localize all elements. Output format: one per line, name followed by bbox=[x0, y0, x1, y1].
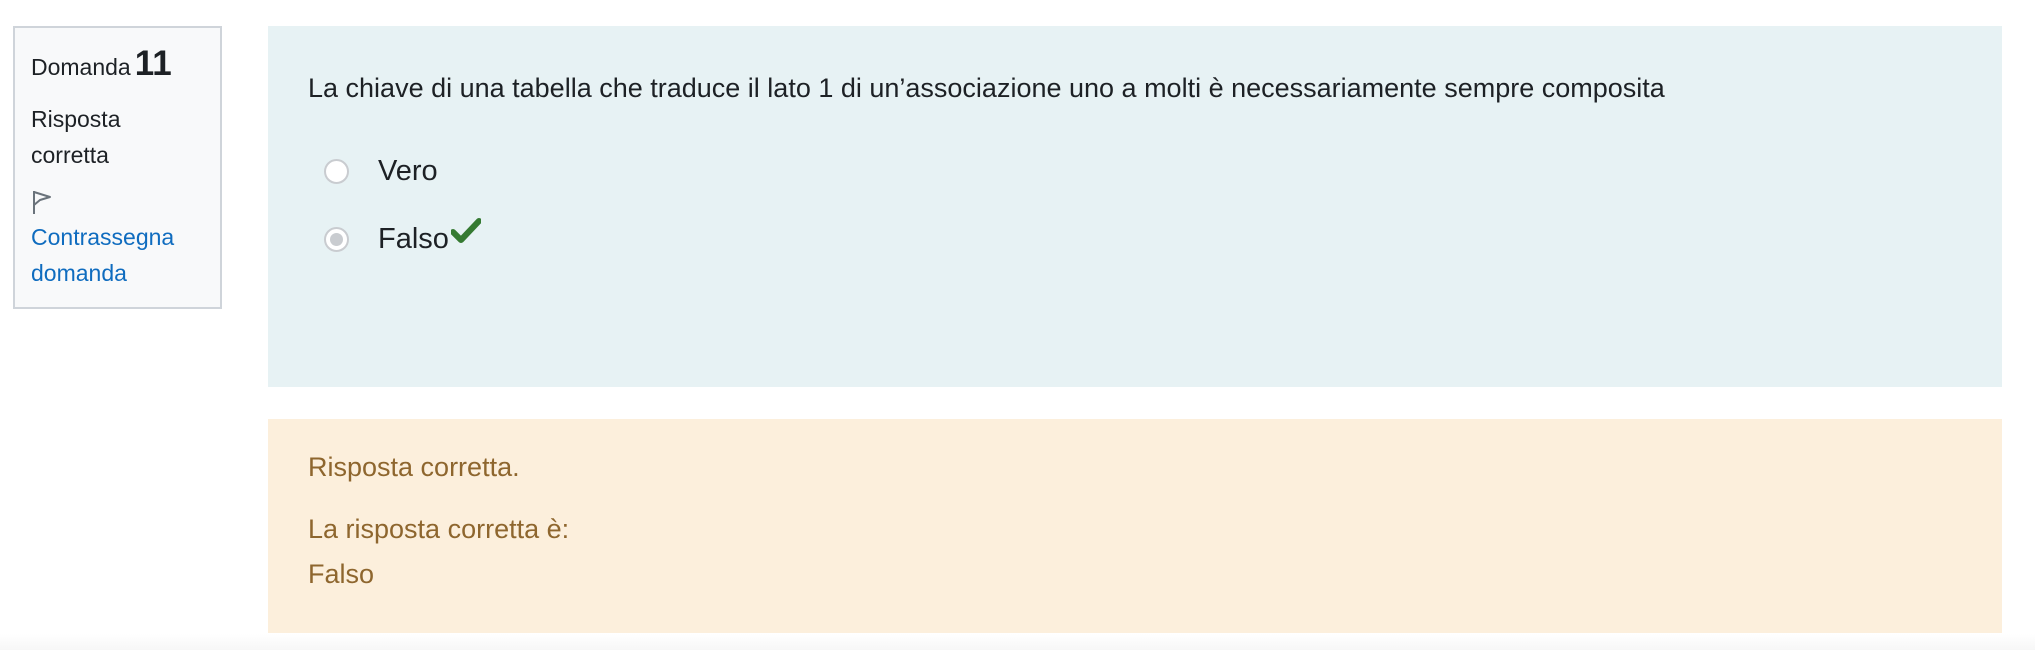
question-number: Domanda 11 bbox=[31, 46, 204, 81]
radio-vero[interactable] bbox=[324, 159, 349, 185]
question-info-panel: Domanda 11 Risposta corretta Contrassegna… bbox=[13, 26, 222, 309]
question-number-value: 11 bbox=[134, 44, 172, 83]
flag-question-link[interactable]: Contrassegna domanda bbox=[31, 219, 204, 291]
question-formulation: La chiave di una tabella che traduce il … bbox=[268, 26, 2002, 387]
feedback-text: Risposta corretta. bbox=[308, 452, 520, 482]
option-label-vero: Vero bbox=[378, 155, 438, 188]
question-state: Risposta corretta bbox=[31, 106, 121, 168]
feedback-panel: Risposta corretta. La risposta corretta … bbox=[268, 419, 2002, 633]
option-falso[interactable]: Falso bbox=[308, 217, 1962, 260]
right-answer-value: Falso bbox=[308, 558, 375, 589]
option-label-falso: Falso bbox=[378, 223, 449, 256]
page-bottom-edge bbox=[0, 634, 2035, 650]
right-answer-intro: La risposta corretta è: bbox=[308, 513, 570, 544]
question-text: La chiave di una tabella che traduce il … bbox=[308, 73, 1665, 103]
question-label: Domanda bbox=[31, 54, 131, 80]
answer-options: Vero Falso bbox=[308, 152, 1962, 260]
right-answer: La risposta corretta è: Falso bbox=[308, 507, 1962, 597]
flag-icon[interactable] bbox=[31, 189, 53, 215]
radio-falso[interactable] bbox=[324, 227, 349, 253]
checkmark-icon bbox=[450, 217, 481, 243]
option-vero[interactable]: Vero bbox=[308, 152, 1962, 192]
